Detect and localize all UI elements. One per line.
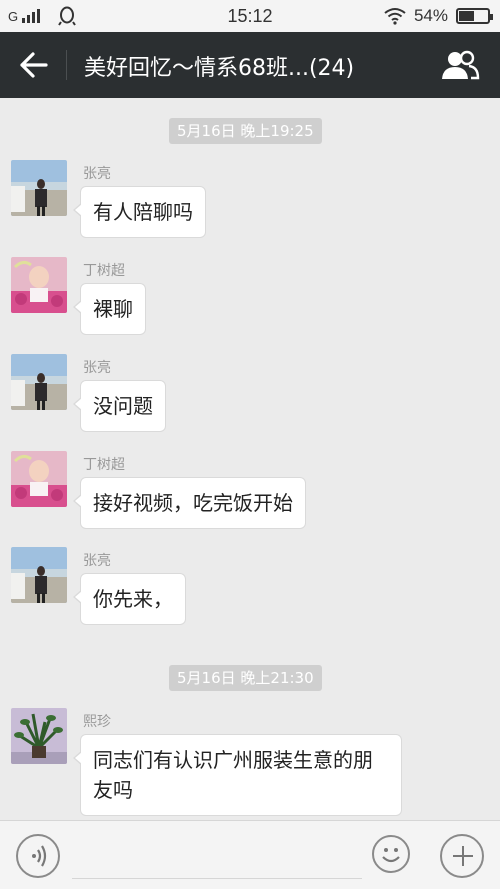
battery-icon [456, 8, 493, 24]
sender-name: 张亮 [83, 166, 111, 182]
battery-percent: 54% [413, 6, 448, 25]
chat-title: 美好回忆〜情系68班...(24) [84, 56, 355, 81]
message-input[interactable] [72, 833, 362, 879]
status-right: 54% [384, 6, 493, 26]
avatar[interactable] [11, 160, 67, 216]
man-avatar-image [11, 547, 67, 603]
sender-name: 张亮 [83, 360, 111, 376]
voice-icon [32, 845, 47, 867]
message-bubble[interactable]: 裸聊 [73, 283, 146, 335]
baby-avatar-image [11, 451, 67, 507]
chat-header: 美好回忆〜情系68班...(24) [0, 32, 500, 98]
message-bubble[interactable]: 同志们有认识广州服装生意的朋友吗 [73, 734, 402, 816]
plant-avatar-image [11, 708, 67, 764]
sender-name: 张亮 [83, 553, 111, 569]
back-button[interactable] [18, 50, 50, 80]
avatar[interactable] [11, 257, 67, 313]
sender-name: 丁树超 [83, 457, 125, 473]
group-members-icon [442, 50, 480, 80]
timestamp-badge: 5月16日 晚上21:30 [169, 665, 322, 691]
message-bubble[interactable]: 有人陪聊吗 [73, 186, 206, 238]
message-bubble[interactable]: 接好视频，吃完饭开始 [73, 477, 306, 529]
baby-avatar-image [11, 257, 67, 313]
man-avatar-image [11, 160, 67, 216]
back-arrow-icon [20, 52, 48, 78]
avatar[interactable] [11, 451, 67, 507]
emoji-button[interactable] [372, 835, 410, 873]
status-bar: G 15:12 54% [0, 0, 500, 32]
man-avatar-image [11, 354, 67, 410]
header-divider [66, 50, 67, 80]
avatar[interactable] [11, 547, 67, 603]
avatar[interactable] [11, 354, 67, 410]
group-members-button[interactable] [440, 50, 480, 80]
plus-icon[interactable] [440, 834, 484, 878]
battery-level [459, 11, 475, 21]
voice-button[interactable] [16, 834, 60, 878]
avatar[interactable] [11, 708, 67, 764]
wifi-icon [384, 8, 406, 25]
sender-name: 丁树超 [83, 263, 125, 279]
input-bar [0, 820, 500, 889]
emoji-icon [382, 848, 400, 863]
message-bubble[interactable]: 没问题 [73, 380, 166, 432]
message-list[interactable]: 5月16日 晚上19:25 张亮 有人陪聊吗 丁树超 裸聊 张亮 没问题 丁树超… [0, 98, 500, 820]
sender-name: 熙珍 [83, 714, 111, 730]
message-bubble[interactable]: 你先来， [73, 573, 186, 625]
timestamp-badge: 5月16日 晚上19:25 [169, 118, 322, 144]
